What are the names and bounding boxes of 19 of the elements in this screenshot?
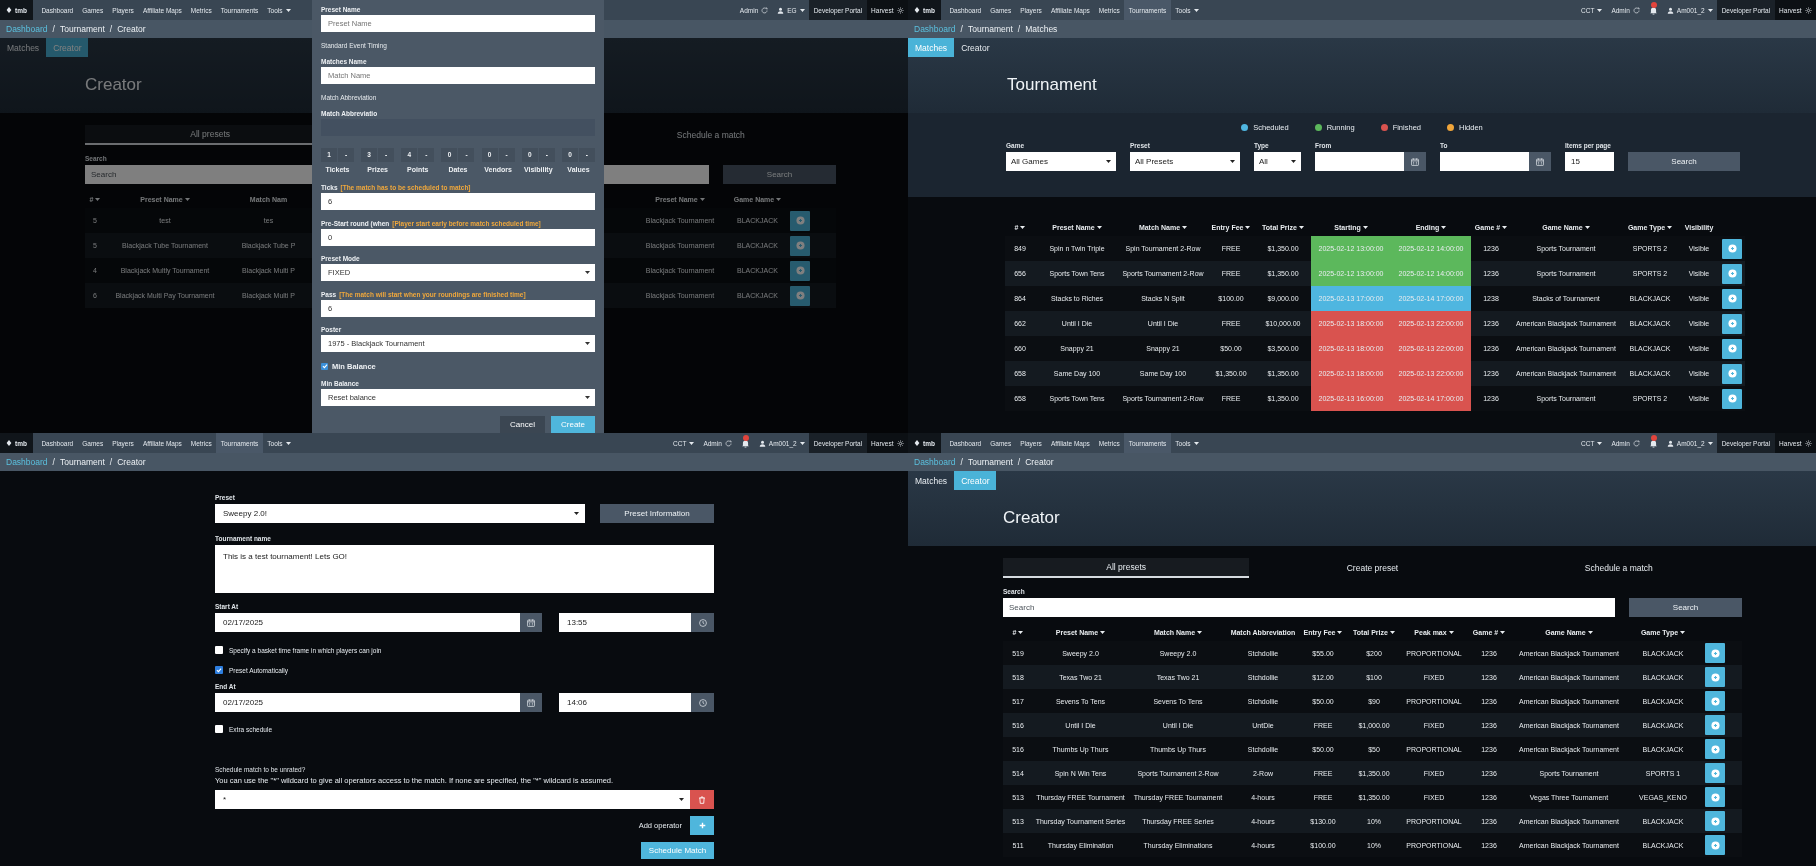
breadcrumb-separator: / [52, 24, 55, 34]
breadcrumb-item: Tournament [59, 24, 105, 34]
breadcrumb-item: Tournament [59, 457, 105, 467]
breadcrumb-separator: / [1017, 24, 1021, 34]
page-title: Tournament [1007, 75, 1097, 95]
breadcrumb-item: Creator [117, 24, 146, 34]
breadcrumb-separator: / [1017, 457, 1021, 467]
breadcrumb-separator: / [109, 457, 113, 467]
breadcrumb-separator: / [960, 24, 963, 34]
breadcrumb-separator: / [960, 457, 963, 467]
breadcrumb-item: Tournament [967, 457, 1013, 467]
breadcrumb-separator: / [52, 457, 55, 467]
page-title: Creator [1003, 508, 1060, 528]
breadcrumb-item: Creator [117, 457, 146, 467]
page-title: Creator [85, 75, 142, 95]
breadcrumb-item: Matches [1025, 24, 1058, 34]
breadcrumb-item: Tournament [967, 24, 1013, 34]
breadcrumb-separator: / [109, 24, 113, 34]
breadcrumb-item: Creator [1025, 457, 1054, 467]
